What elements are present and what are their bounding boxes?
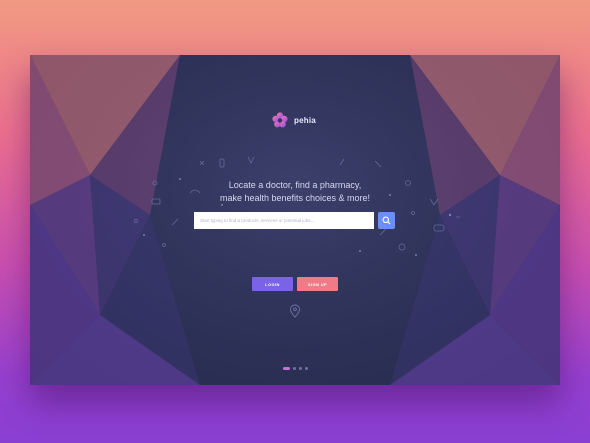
hero-headline: Locate a doctor, find a pharmacy, make h… <box>30 179 560 205</box>
carousel-pagination <box>283 367 308 370</box>
brand-name: pehia <box>294 115 316 125</box>
landing-panel: pehia Locate a doctor, find a pharmacy, … <box>30 55 560 385</box>
pagination-dot-active[interactable] <box>283 367 290 370</box>
flower-logo-icon <box>272 112 288 128</box>
pagination-dot[interactable] <box>299 367 302 370</box>
signup-button[interactable]: SIGN UP <box>297 277 338 291</box>
medical-doodles <box>134 156 460 256</box>
search-button[interactable] <box>378 212 395 229</box>
headline-line-2: make health benefits choices & more! <box>219 193 371 204</box>
headline-line-1: Locate a doctor, find a pharmacy, <box>228 180 362 191</box>
login-button[interactable]: LOGIN <box>252 277 293 291</box>
search-bar <box>194 212 395 229</box>
brand-logo[interactable]: pehia <box>272 112 316 128</box>
location-pin-icon <box>290 304 300 318</box>
pagination-dot[interactable] <box>293 367 296 370</box>
search-icon <box>382 216 391 225</box>
auth-buttons: LOGIN SIGN UP <box>252 277 338 291</box>
search-input[interactable] <box>194 212 374 229</box>
pagination-dot[interactable] <box>305 367 308 370</box>
